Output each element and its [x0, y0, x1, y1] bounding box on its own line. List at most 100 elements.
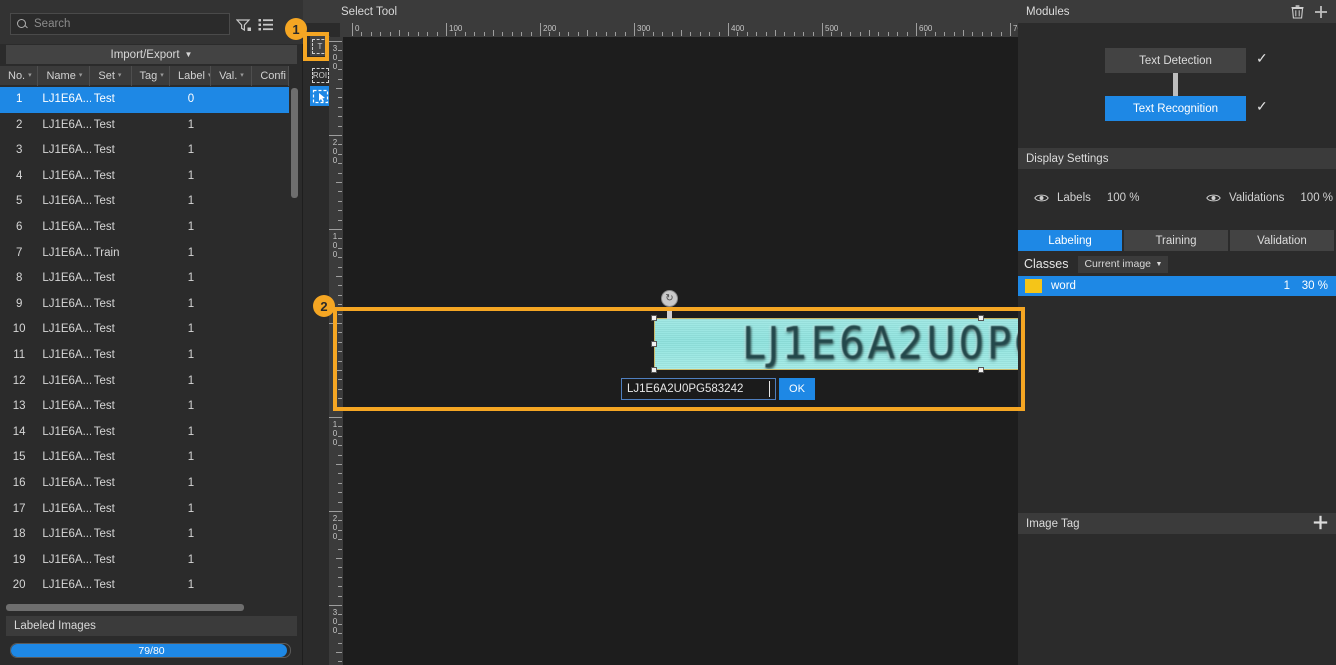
- label-edit-row: OK: [621, 378, 829, 400]
- checkmark-icon[interactable]: ✓: [1256, 50, 1268, 67]
- eye-icon[interactable]: [1206, 193, 1221, 203]
- column-header-conf[interactable]: Confi▾: [252, 65, 289, 86]
- resize-handle-w[interactable]: [651, 341, 657, 347]
- search-input[interactable]: [34, 18, 223, 30]
- table-row[interactable]: 1 LJ1E6A... Test 0: [0, 87, 289, 113]
- table-row[interactable]: 7 LJ1E6A... Train 1: [0, 241, 289, 267]
- eye-icon[interactable]: [1034, 193, 1049, 203]
- checkmark-icon[interactable]: ✓: [1256, 98, 1268, 115]
- tab-training[interactable]: Training: [1124, 230, 1228, 251]
- ruler-minor-tick: [427, 32, 429, 36]
- add-image-tag-icon[interactable]: [1313, 515, 1328, 533]
- column-header-set[interactable]: Set ▾: [90, 65, 132, 86]
- tab-labeling[interactable]: Labeling: [1018, 230, 1122, 251]
- resize-handle-nw[interactable]: [651, 315, 657, 321]
- filter-icon[interactable]: [235, 18, 252, 32]
- table-row[interactable]: 3 LJ1E6A... Test 1: [0, 138, 289, 164]
- ruler-minor-tick: [338, 661, 342, 663]
- ruler-minor-tick: [389, 32, 391, 36]
- sort-arrow-icon[interactable]: ▾: [118, 72, 122, 79]
- table-row[interactable]: 18 LJ1E6A... Test 1: [0, 522, 289, 548]
- canvas-panel: Select Tool T ROI 0100200300400500600700…: [303, 0, 1018, 665]
- trash-icon[interactable]: [1291, 4, 1304, 19]
- cell-val: [211, 164, 252, 190]
- ruler-minor-tick: [338, 78, 342, 80]
- table-row[interactable]: 13 LJ1E6A... Test 1: [0, 394, 289, 420]
- tab-validation[interactable]: Validation: [1230, 230, 1334, 251]
- validations-percent[interactable]: 100 %: [1300, 192, 1333, 204]
- validations-visibility-row: Validations 100 %: [1206, 192, 1333, 204]
- sort-arrow-icon[interactable]: ▾: [240, 72, 244, 79]
- table-row[interactable]: 14 LJ1E6A... Test 1: [0, 420, 289, 446]
- annotation-badge-2: 2: [313, 295, 335, 317]
- search-box[interactable]: [10, 13, 230, 35]
- table-row[interactable]: 8 LJ1E6A... Test 1: [0, 266, 289, 292]
- table-row[interactable]: 9 LJ1E6A... Test 1: [0, 292, 289, 318]
- cell-tag: [132, 471, 170, 497]
- ruler-minor-tick: [361, 32, 363, 36]
- text-tool-button[interactable]: T: [310, 36, 330, 56]
- table-row[interactable]: 19 LJ1E6A... Test 1: [0, 548, 289, 574]
- column-header-label[interactable]: Label ▾: [170, 65, 212, 86]
- resize-handle-n[interactable]: [978, 315, 984, 321]
- select-tool-button[interactable]: [310, 86, 330, 106]
- scrollbar-thumb[interactable]: [6, 604, 244, 611]
- column-header-tag[interactable]: Tag ▾: [132, 65, 170, 86]
- table-row[interactable]: 6 LJ1E6A... Test 1: [0, 215, 289, 241]
- table-row[interactable]: 12 LJ1E6A... Test 1: [0, 369, 289, 395]
- sort-arrow-icon[interactable]: ▾: [28, 72, 32, 79]
- ok-button[interactable]: OK: [779, 378, 815, 400]
- table-row[interactable]: 10 LJ1E6A... Test 1: [0, 317, 289, 343]
- ruler-minor-tick: [338, 586, 342, 588]
- canvas-title: Select Tool: [303, 0, 1018, 23]
- class-list-item[interactable]: word 1 30 %: [1018, 276, 1336, 296]
- image-tag-body[interactable]: [1018, 534, 1336, 665]
- add-module-icon[interactable]: [1314, 5, 1328, 19]
- ruler-minor-tick: [775, 30, 776, 36]
- ruler-minor-tick: [336, 182, 342, 183]
- resize-handle-sw[interactable]: [651, 367, 657, 373]
- cell-val: [211, 548, 252, 574]
- labeled-images-progress: 79/80: [10, 643, 291, 658]
- column-header-name[interactable]: Name ▾: [38, 65, 91, 86]
- list-view-icon[interactable]: [258, 18, 274, 32]
- roi-tool-button[interactable]: ROI: [310, 65, 330, 85]
- image-table[interactable]: 1 LJ1E6A... Test 0 2 LJ1E6A... Test 1 3 LJ1E6A...…: [0, 87, 289, 603]
- cell-no: 13: [12, 400, 26, 413]
- table-row[interactable]: 11 LJ1E6A... Test 1: [0, 343, 289, 369]
- cell-set: Test: [93, 195, 115, 208]
- list-horizontal-scrollbar[interactable]: [6, 604, 295, 611]
- table-row[interactable]: 17 LJ1E6A... Test 1: [0, 497, 289, 523]
- table-row[interactable]: 4 LJ1E6A... Test 1: [0, 164, 289, 190]
- table-row[interactable]: 2 LJ1E6A... Test 1: [0, 113, 289, 139]
- column-header-no[interactable]: No. ▾: [0, 65, 39, 86]
- ruler-minor-tick: [897, 32, 899, 36]
- cell-no: 9: [15, 297, 23, 310]
- sort-arrow-icon[interactable]: ▾: [79, 72, 83, 79]
- class-scope-select[interactable]: Current image ▼: [1078, 255, 1169, 273]
- ruler-minor-tick: [338, 266, 342, 268]
- column-header-val[interactable]: Val. ▾: [211, 65, 253, 86]
- ruler-minor-tick: [338, 238, 342, 240]
- labels-label: Labels: [1057, 192, 1091, 204]
- module-node-text-recognition[interactable]: Text Recognition: [1105, 96, 1246, 121]
- module-node-text-detection[interactable]: Text Detection: [1105, 48, 1246, 73]
- import-export-button[interactable]: Import/Export ▼: [6, 45, 297, 64]
- table-row[interactable]: 20 LJ1E6A... Test 1: [0, 573, 289, 599]
- labels-percent[interactable]: 100 %: [1107, 192, 1140, 204]
- annotation-region[interactable]: LJ1E6A2U0PG583242: [651, 315, 1018, 373]
- image-canvas[interactable]: ↻ LJ1E6A2U0PG583242 OK: [343, 37, 1018, 665]
- list-vertical-scrollbar[interactable]: [291, 88, 298, 602]
- scrollbar-thumb[interactable]: [291, 88, 298, 198]
- table-row[interactable]: 5 LJ1E6A... Test 1: [0, 189, 289, 215]
- sort-arrow-icon[interactable]: ▾: [160, 72, 164, 79]
- cell-name: LJ1E6A...: [42, 297, 91, 310]
- ruler-minor-tick: [370, 32, 372, 36]
- ruler-minor-tick: [338, 144, 342, 146]
- resize-handle-s[interactable]: [978, 367, 984, 373]
- mode-tabs: Labeling Training Validation: [1018, 230, 1336, 251]
- rotation-handle[interactable]: ↻: [661, 290, 678, 307]
- label-text-input[interactable]: [621, 378, 776, 400]
- table-row[interactable]: 15 LJ1E6A... Test 1: [0, 445, 289, 471]
- table-row[interactable]: 16 LJ1E6A... Test 1: [0, 471, 289, 497]
